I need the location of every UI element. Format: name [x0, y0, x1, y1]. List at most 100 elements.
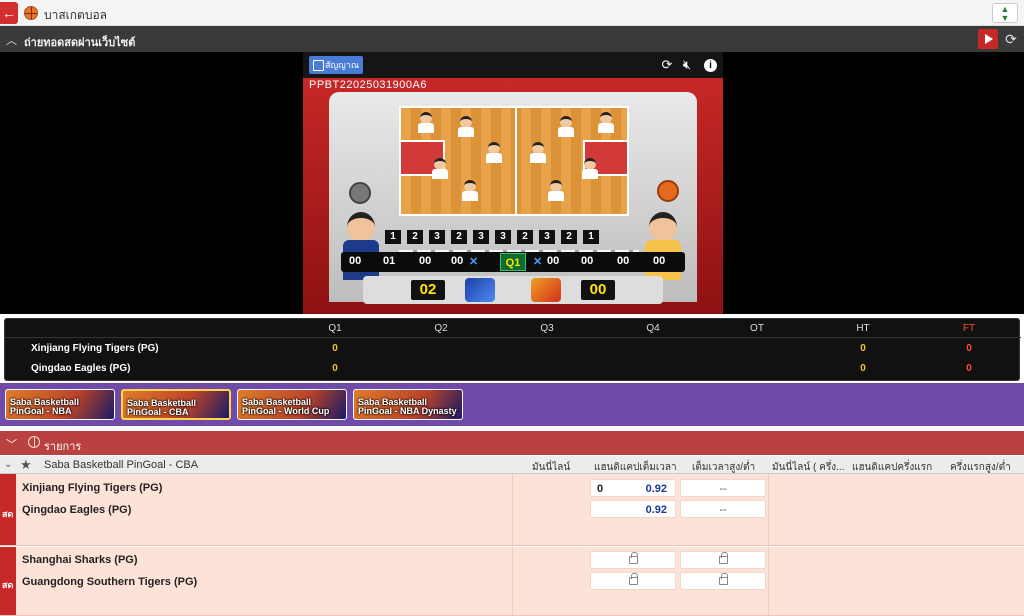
player-figure: [457, 116, 475, 138]
tiger-logo-icon: [531, 278, 561, 302]
chevron-down-icon[interactable]: ﹀: [6, 436, 17, 452]
column-divider: [768, 547, 769, 615]
shot-number: 1: [583, 230, 599, 244]
lock-icon: [719, 552, 728, 564]
ft-score: 0: [966, 363, 972, 374]
live-label: สด: [2, 509, 14, 519]
player-figure: [547, 180, 565, 202]
column-divider: [512, 474, 513, 545]
shot-number: 3: [473, 230, 489, 244]
strip-value: 01: [383, 255, 396, 267]
game-tile-world-cup[interactable]: Saba Basketball PinGoal - World Cup: [237, 389, 347, 420]
ht-score: 0: [860, 363, 866, 374]
odds-settings-icon: ▲ ▼: [1000, 4, 1010, 23]
star-icon[interactable]: ★: [20, 457, 32, 473]
away-score: 00: [581, 280, 615, 300]
live-label: สด: [2, 580, 14, 590]
scoreboard-column: HT: [856, 323, 870, 334]
game-tile-nba[interactable]: Saba Basketball PinGoal - NBA: [5, 389, 115, 420]
odds-cell-locked: [680, 551, 766, 569]
home-team-name: Xinjiang Flying Tigers (PG): [22, 482, 163, 494]
lock-icon: [719, 573, 728, 585]
strip-value: 00: [581, 255, 594, 267]
handicap-value: 0: [597, 483, 604, 495]
shot-number: 2: [451, 230, 467, 244]
match-code: PPBT22025031900A6: [309, 79, 427, 91]
video-area: สัญญาณ ⟳ 🔇︎ i 1 2 3 2 3 3 2 3 2 1 PPBT22…: [0, 52, 1024, 314]
back-button[interactable]: ←: [0, 2, 18, 24]
odds-cell-locked: [590, 551, 676, 569]
odds-empty: --: [719, 483, 727, 495]
list-header[interactable]: ﹀ รายการ: [0, 431, 1024, 455]
shot-number: 2: [561, 230, 577, 244]
scoreboard-column: Q1: [328, 323, 342, 334]
scoreboard-column: Q4: [646, 323, 660, 334]
game-tile-label: Saba Basketball PinGoal - NBA Dynasty: [358, 397, 457, 416]
column-half-moneyline: มันนี่ไลน์ ( ครึ่ง...: [772, 462, 845, 473]
scoreboard-column: FT: [962, 323, 976, 334]
shot-number: 2: [407, 230, 423, 244]
reload-icon[interactable]: ⟳: [659, 57, 675, 73]
stream-title: ถ่ายทอดสดผ่านเว็บไซต์: [24, 37, 136, 49]
column-divider: [512, 547, 513, 615]
q1-score: 0: [332, 363, 338, 374]
shot-score-strip: 00 01 00 00 ✕ Q1 ✕ 00 00 00 00: [341, 252, 685, 272]
play-icon[interactable]: [978, 29, 998, 49]
game-tile-cba[interactable]: Saba Basketball PinGoal - CBA: [121, 389, 231, 420]
player-figure: [557, 116, 575, 138]
ft-score: 0: [966, 343, 972, 354]
game-tile-label: Saba Basketball PinGoal - CBA: [127, 398, 197, 417]
strip-value: 00: [617, 255, 630, 267]
court: [399, 106, 629, 216]
video-toolbar: สัญญาณ ⟳ 🔇︎ i: [303, 52, 723, 78]
shark-logo-icon: [465, 278, 495, 302]
scoreboard-row: Qingdao Eagles (PG) 0 0 0: [5, 359, 1021, 380]
scoreboard-team: Xinjiang Flying Tigers (PG): [31, 343, 159, 354]
odds-cell-home-over-under[interactable]: --: [680, 479, 766, 497]
odds-empty: --: [719, 504, 727, 516]
video-player[interactable]: สัญญาณ ⟳ 🔇︎ i 1 2 3 2 3 3 2 3 2 1 PPBT22…: [303, 52, 723, 314]
strip-value: 00: [419, 255, 432, 267]
player-figure: [431, 158, 449, 180]
column-moneyline: มันนี่ไลน์: [532, 462, 571, 473]
chevron-down-icon[interactable]: ⌄: [4, 459, 12, 470]
team-score-panel: 02 00: [363, 276, 663, 304]
quarter-scoreboard: Q1 Q2 Q3 Q4 OT HT FT Xinjiang Flying Tig…: [4, 318, 1021, 381]
player-figure: [461, 180, 479, 202]
mute-icon[interactable]: 🔇︎: [679, 57, 695, 73]
odds-settings-button[interactable]: ▲ ▼: [992, 3, 1018, 23]
player-figure: [485, 142, 503, 164]
shot-number: 3: [495, 230, 511, 244]
odds-price: 0.92: [645, 483, 667, 495]
scoreboard-column: Q3: [540, 323, 554, 334]
chevron-up-icon[interactable]: ︿: [6, 32, 17, 48]
league-header: ⌄ ★ Saba Basketball PinGoal - CBA มันนี่…: [0, 456, 1024, 474]
live-stream-bar: ︿ ถ่ายทอดสดผ่านเว็บไซต์ ⟳: [0, 26, 1024, 52]
odds-cell-away-handicap[interactable]: 0.92: [590, 500, 676, 518]
league-name: Saba Basketball PinGoal - CBA: [44, 459, 199, 471]
game-animation: 1232332321 PPBT22025031900A6 00 01 00 00…: [303, 78, 723, 314]
odds-cell-home-handicap[interactable]: 0 0.92: [590, 479, 676, 497]
scoreboard-team: Qingdao Eagles (PG): [31, 363, 131, 374]
column-divider: [768, 474, 769, 545]
title-bar: ← บาสเกตบอล ▲ ▼: [0, 0, 1024, 26]
lock-icon: [629, 552, 638, 564]
match-row: สด Xinjiang Flying Tigers (PG) Qingdao E…: [0, 474, 1024, 546]
scoreboard-column: OT: [750, 323, 764, 334]
refresh-icon[interactable]: ⟳: [1002, 30, 1020, 48]
strip-value: 00: [653, 255, 666, 267]
live-indicator: สด: [0, 474, 16, 545]
info-icon[interactable]: i: [704, 59, 717, 72]
signal-button[interactable]: สัญญาณ: [309, 56, 363, 74]
odds-cell-away-over-under[interactable]: --: [680, 500, 766, 518]
basketball-icon: [24, 6, 38, 20]
scoreboard-row: Xinjiang Flying Tigers (PG) 0 0 0: [5, 339, 1021, 360]
game-tile-nba-dynasty[interactable]: Saba Basketball PinGoal - NBA Dynasty: [353, 389, 463, 420]
cross-icon: ✕: [469, 256, 479, 268]
player-figure: [597, 112, 615, 134]
shot-number: 3: [539, 230, 555, 244]
scoreboard-header: Q1 Q2 Q3 Q4 OT HT FT: [5, 319, 1021, 338]
cross-icon: ✕: [533, 256, 543, 268]
home-team-name: Shanghai Sharks (PG): [22, 554, 138, 566]
strip-value: 00: [451, 255, 464, 267]
